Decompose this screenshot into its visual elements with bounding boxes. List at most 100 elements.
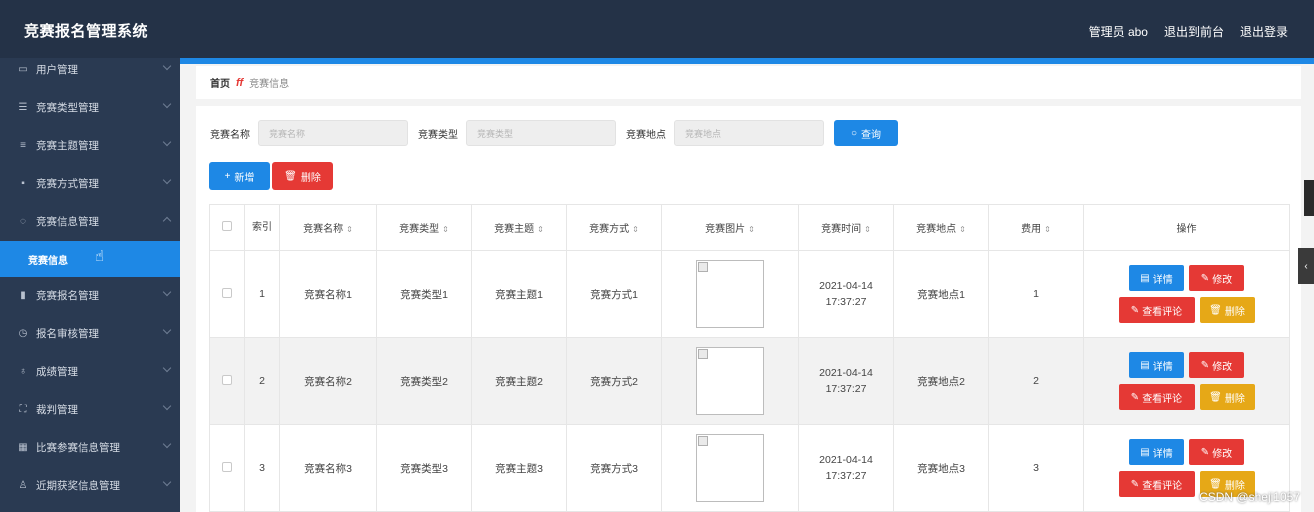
compass-icon: ◌ — [20, 215, 26, 227]
watermark: CSDN @sheji1057 — [1199, 490, 1300, 504]
time-header[interactable]: 竞赛时间 ⇕ — [798, 204, 894, 251]
sidebar-item-registration[interactable]: ▮ 竞赛报名管理 — [0, 276, 180, 314]
chevron-left-icon: ‹ — [1304, 260, 1308, 272]
name-cell: 竞赛名称3 — [279, 424, 377, 512]
header-label: 费用 — [1021, 224, 1042, 235]
sidebar-item-participation[interactable]: ▦ 比赛参赛信息管理 — [0, 428, 180, 466]
topic-header[interactable]: 竞赛主题 ⇕ — [471, 204, 567, 251]
time-cell: 2021-04-14 17:37:27 — [798, 337, 894, 425]
sidebar-item-label: 成绩管理 — [36, 365, 78, 378]
chevron-down-icon — [162, 363, 172, 373]
location-filter-label: 竞赛地点 — [626, 129, 666, 141]
sliders-icon: ☰ — [18, 101, 28, 113]
detail-label: 详情 — [1152, 448, 1173, 460]
collapse-handle[interactable]: ‹ — [1298, 248, 1314, 284]
delete-row-button[interactable]: 🗑 删除 — [1199, 384, 1255, 410]
add-button[interactable]: + 新增 — [209, 162, 270, 190]
sidebar-item-scores[interactable]: ♁ 成绩管理 — [0, 352, 180, 390]
fee-header[interactable]: 费用 ⇕ — [988, 204, 1084, 251]
type-header[interactable]: 竞赛类型 ⇕ — [376, 204, 472, 251]
header-label: 竞赛方式 — [589, 224, 630, 235]
batch-delete-button[interactable]: 🗑 删除 — [272, 162, 333, 190]
delete-button-label: 删除 — [300, 172, 321, 184]
name-cell: 竞赛名称2 — [279, 337, 377, 425]
view-comments-button[interactable]: ✎ 查看评论 — [1118, 297, 1195, 323]
sidebar-item-review[interactable]: ◷ 报名审核管理 — [0, 314, 180, 352]
row-actions: ▤ 详情 ✎ 修改 ✎ 查看评论 🗑 删除 — [1084, 439, 1289, 497]
row-actions-line: ▤ 详情 ✎ 修改 — [1129, 439, 1244, 465]
sidebar-item-users[interactable]: ▭ 用户管理 — [0, 58, 180, 88]
broken-image-icon — [698, 262, 708, 272]
location-cell: 竞赛地点2 — [893, 337, 989, 425]
name-header[interactable]: 竞赛名称 ⇕ — [279, 204, 377, 251]
image-cell — [661, 250, 799, 338]
breadcrumb-current: 竞赛信息 — [249, 79, 290, 90]
name-filter-input[interactable]: 竞赛名称 — [258, 120, 408, 146]
location-filter-input[interactable]: 竞赛地点 — [674, 120, 824, 146]
query-button-label: 查询 — [861, 129, 882, 141]
mic-icon: ♁ — [19, 365, 27, 377]
delete-row-button[interactable]: 🗑 删除 — [1199, 297, 1255, 323]
pencil-icon: ✎ — [1130, 478, 1140, 490]
top-header: 竞赛报名管理系统 管理员 abo 退出到前台 退出登录 — [0, 0, 1314, 58]
chevron-down-icon — [162, 137, 172, 147]
doc-icon: ▤ — [1140, 446, 1150, 458]
trash-icon: 🗑 — [1209, 391, 1222, 403]
plus-icon: + — [224, 170, 231, 182]
breadcrumb-home[interactable]: 首页 — [210, 75, 230, 90]
index-header: 索引 — [244, 204, 280, 251]
edit-button[interactable]: ✎ 修改 — [1189, 265, 1244, 291]
location-header[interactable]: 竞赛地点 ⇕ — [893, 204, 989, 251]
query-button[interactable]: ○ 查询 — [834, 120, 898, 146]
side-tab[interactable] — [1304, 180, 1314, 216]
actions-header: 操作 — [1083, 204, 1290, 251]
location-cell: 竞赛地点1 — [893, 250, 989, 338]
chevron-up-icon — [162, 216, 172, 226]
edit-label: 修改 — [1212, 448, 1233, 460]
sidebar-item-competition-type[interactable]: ☰ 竞赛类型管理 — [0, 88, 180, 126]
row-checkbox[interactable] — [222, 374, 232, 385]
type-filter-input[interactable]: 竞赛类型 — [466, 120, 616, 146]
select-all-checkbox[interactable] — [222, 221, 232, 231]
sort-icon: ⇕ — [346, 225, 353, 234]
exit-to-front-link[interactable]: 退出到前台 — [1164, 23, 1224, 40]
remove-label: 删除 — [1224, 306, 1245, 318]
sidebar-item-judges[interactable]: ⛶ 裁判管理 — [0, 390, 180, 428]
edit-button[interactable]: ✎ 修改 — [1189, 352, 1244, 378]
row-checkbox[interactable] — [222, 287, 232, 298]
view-comments-button[interactable]: ✎ 查看评论 — [1118, 471, 1195, 497]
sidebar-item-competition-topic[interactable]: ≡ 竞赛主题管理 — [0, 126, 180, 164]
detail-button[interactable]: ▤ 详情 — [1129, 265, 1184, 291]
index-cell: 3 — [244, 424, 280, 512]
admin-user-label[interactable]: 管理员 abo — [1089, 23, 1148, 40]
add-button-label: 新增 — [234, 172, 255, 184]
chevron-down-icon — [162, 477, 172, 487]
trash-icon: 🗑 — [284, 170, 297, 182]
sidebar-item-awards[interactable]: ♙ 近期获奖信息管理 — [0, 466, 180, 504]
mode-cell: 竞赛方式3 — [566, 424, 662, 512]
competition-image[interactable] — [696, 434, 764, 502]
row-checkbox[interactable] — [222, 461, 232, 472]
topic-cell: 竞赛主题2 — [471, 337, 567, 425]
detail-button[interactable]: ▤ 详情 — [1129, 352, 1184, 378]
index-cell: 2 — [244, 337, 280, 425]
pencil-icon: ✎ — [1200, 272, 1210, 284]
detail-button[interactable]: ▤ 详情 — [1129, 439, 1184, 465]
detail-label: 详情 — [1152, 361, 1173, 373]
row-select-cell — [209, 424, 245, 512]
logout-link[interactable]: 退出登录 — [1240, 23, 1288, 40]
image-header[interactable]: 竞赛图片 ⇕ — [661, 204, 799, 251]
edit-button[interactable]: ✎ 修改 — [1189, 439, 1244, 465]
topic-cell: 竞赛主题1 — [471, 250, 567, 338]
row-actions-line: ▤ 详情 ✎ 修改 — [1129, 265, 1244, 291]
mode-header[interactable]: 竞赛方式 ⇕ — [566, 204, 662, 251]
competition-image[interactable] — [696, 260, 764, 328]
row-actions-line: ▤ 详情 ✎ 修改 — [1129, 352, 1244, 378]
name-cell: 竞赛名称1 — [279, 250, 377, 338]
competition-image[interactable] — [696, 347, 764, 415]
view-comments-button[interactable]: ✎ 查看评论 — [1118, 384, 1195, 410]
sidebar-item-competition-info[interactable]: ◌ 竞赛信息管理 — [0, 202, 180, 240]
sidebar-item-competition-mode[interactable]: ▪ 竞赛方式管理 — [0, 164, 180, 202]
header-label: 竞赛时间 — [821, 224, 862, 235]
sidebar-subitem-competition-info[interactable]: 竞赛信息 ☝ — [0, 241, 180, 277]
